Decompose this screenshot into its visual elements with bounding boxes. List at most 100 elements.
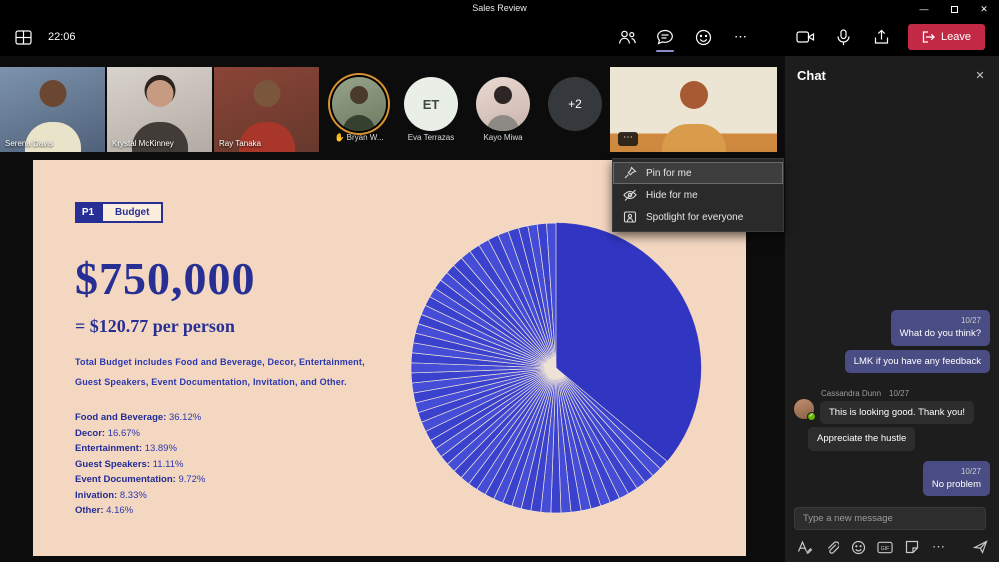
composer-more-button[interactable]: ⋯ bbox=[931, 539, 947, 555]
leave-label: Leave bbox=[941, 31, 971, 43]
gif-button[interactable]: GIF bbox=[877, 539, 893, 555]
share-screen-button[interactable] bbox=[870, 24, 892, 50]
maximize-icon bbox=[950, 5, 958, 13]
ellipsis-icon: ⋯ bbox=[932, 539, 946, 554]
per-person-amount: = $120.77 per person bbox=[75, 316, 235, 336]
presence-available-icon: ✓ bbox=[807, 411, 816, 421]
people-icon bbox=[618, 30, 636, 44]
send-icon bbox=[972, 540, 988, 554]
send-button[interactable] bbox=[972, 539, 988, 555]
video-tile-presenter[interactable]: ⋯ bbox=[610, 67, 777, 152]
participants-button[interactable] bbox=[616, 24, 638, 50]
participant-avatar bbox=[476, 77, 530, 131]
ellipsis-icon: ⋯ bbox=[734, 29, 749, 44]
participant-avatar bbox=[332, 77, 386, 131]
breakdown-row: Event Documentation: 9.72% bbox=[75, 474, 206, 485]
camera-icon bbox=[795, 31, 814, 43]
format-icon bbox=[797, 540, 812, 554]
message-text: What do you think? bbox=[899, 328, 981, 340]
eye-off-icon bbox=[623, 189, 637, 201]
chat-panel: Chat ✕ 10/27 What do you think? LMK if y… bbox=[785, 56, 999, 562]
chat-message-sent: 10/27 No problem bbox=[922, 460, 990, 496]
minimize-icon: — bbox=[919, 4, 929, 14]
breakdown-row: Other: 4.16% bbox=[75, 505, 134, 516]
avatar-kayo[interactable]: Kayo Miwa bbox=[467, 67, 539, 142]
share-content-icon bbox=[874, 29, 888, 44]
participant-photo bbox=[146, 80, 173, 107]
reactions-button[interactable] bbox=[692, 24, 714, 50]
camera-button[interactable] bbox=[794, 24, 816, 50]
window-controls: — ✕ bbox=[909, 0, 999, 18]
grid-view-icon bbox=[14, 29, 32, 45]
emoji-button[interactable] bbox=[850, 539, 866, 555]
meeting-timer: 22:06 bbox=[48, 31, 76, 43]
window-title: Sales Review bbox=[472, 3, 527, 13]
participant-photo bbox=[253, 80, 280, 107]
gallery-view-button[interactable] bbox=[12, 24, 34, 50]
meeting-toolbar: 22:06 ⋯ Leave bbox=[0, 18, 999, 56]
leave-icon bbox=[922, 31, 935, 43]
chat-close-button[interactable]: ✕ bbox=[971, 66, 989, 84]
overflow-participants[interactable]: +2 bbox=[539, 67, 611, 142]
message-text: This is looking good. Thank you! bbox=[829, 406, 966, 418]
reactions-icon bbox=[695, 29, 711, 45]
emoji-icon bbox=[851, 540, 865, 554]
sticker-button[interactable] bbox=[904, 539, 920, 555]
maximize-button[interactable] bbox=[939, 0, 969, 18]
chat-message-sent: 10/27 What do you think? bbox=[890, 310, 990, 346]
avatar-cassandra: ✓ bbox=[794, 398, 816, 421]
video-tile-krystal-mckinney[interactable]: Krystal McKinney bbox=[107, 67, 212, 152]
attach-button[interactable] bbox=[823, 539, 839, 555]
leave-button[interactable]: Leave bbox=[908, 24, 985, 50]
budget-pie-chart bbox=[406, 218, 706, 518]
close-icon: ✕ bbox=[980, 3, 988, 14]
breakdown-row: Entertainment: 13.89% bbox=[75, 443, 177, 454]
minimize-button[interactable]: — bbox=[909, 0, 939, 18]
chat-message-input[interactable] bbox=[794, 507, 986, 530]
chat-message-sent: LMK if you have any feedback bbox=[844, 349, 990, 373]
video-tile-ray-tanaka[interactable]: Ray Tanaka bbox=[214, 67, 319, 152]
svg-text:GIF: GIF bbox=[881, 545, 890, 551]
format-button[interactable] bbox=[796, 539, 812, 555]
overflow-count-avatar: +2 bbox=[548, 77, 602, 131]
message-author: Cassandra Dunn bbox=[821, 388, 882, 398]
budget-pie-svg bbox=[410, 222, 702, 514]
avatar-bryan[interactable]: ✋ Bryan W... bbox=[323, 67, 395, 142]
sticker-icon bbox=[905, 540, 919, 554]
title-bar: Sales Review — ✕ bbox=[0, 0, 999, 18]
budget-breakdown-list: Food and Beverage: 36.12% Decor: 16.67% … bbox=[75, 410, 205, 519]
gif-icon: GIF bbox=[877, 541, 893, 553]
participant-name: Eva Terrazas bbox=[407, 133, 455, 142]
chat-bubble-icon bbox=[657, 29, 673, 45]
total-budget-amount: $750,000 bbox=[75, 253, 256, 304]
chat-message-list: 10/27 What do you think? LMK if you have… bbox=[794, 310, 990, 496]
chat-composer-toolbar: GIF ⋯ bbox=[796, 539, 988, 555]
teams-meeting-window: Sales Review — ✕ 22:06 ⋯ Leave Serena Da… bbox=[0, 0, 999, 562]
participant-name: ✋ Bryan W... bbox=[334, 133, 384, 142]
pin-icon bbox=[624, 166, 637, 179]
avatar-eva[interactable]: ET Eva Terrazas bbox=[395, 67, 467, 142]
message-text: Appreciate the hustle bbox=[817, 433, 907, 445]
chat-title: Chat bbox=[797, 67, 826, 83]
message-timestamp: 10/27 bbox=[889, 388, 910, 398]
participant-initials-avatar: ET bbox=[404, 77, 458, 131]
ellipsis-icon: ⋯ bbox=[623, 132, 633, 143]
menu-item-pin[interactable]: Pin for me bbox=[613, 162, 783, 184]
message-text: No problem bbox=[931, 478, 981, 490]
tile-context-menu: Pin for me Hide for me Spotlight for eve… bbox=[612, 158, 784, 232]
budget-description: Total Budget includes Food and Beverage,… bbox=[75, 357, 365, 387]
more-options-button[interactable]: ⋯ bbox=[730, 24, 752, 50]
message-text: LMK if you have any feedback bbox=[853, 355, 981, 367]
close-icon: ✕ bbox=[975, 69, 985, 82]
mic-button[interactable] bbox=[832, 24, 854, 50]
participant-strip: Serena Davis Krystal McKinney Ray Tanaka… bbox=[0, 67, 785, 152]
video-tile-serena-davis[interactable]: Serena Davis bbox=[0, 67, 105, 152]
close-button[interactable]: ✕ bbox=[969, 0, 999, 18]
tile-more-button[interactable]: ⋯ bbox=[618, 132, 638, 146]
mic-icon bbox=[836, 28, 850, 45]
chat-button[interactable] bbox=[654, 24, 676, 52]
menu-item-spotlight[interactable]: Spotlight for everyone bbox=[613, 206, 783, 228]
menu-item-hide[interactable]: Hide for me bbox=[613, 184, 783, 206]
breakdown-row: Food and Beverage: 36.12% bbox=[75, 412, 202, 423]
participant-photo bbox=[39, 80, 66, 107]
